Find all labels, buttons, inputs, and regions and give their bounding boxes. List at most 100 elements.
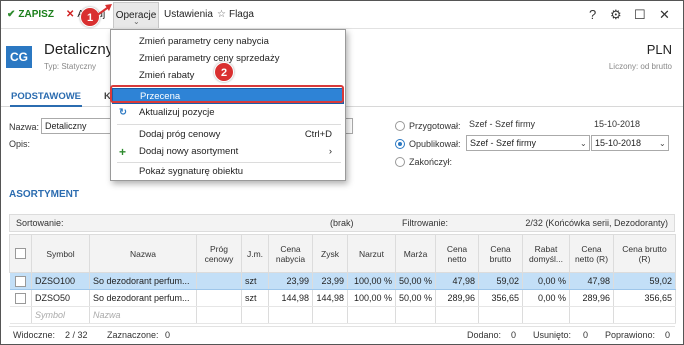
published-user-select[interactable]: Szef - Szef firmy: [466, 135, 590, 151]
removed-count-value: 0: [583, 330, 589, 340]
new-row-empty-cell: [347, 306, 396, 324]
cell-name: So dezodorant perfum...: [89, 272, 197, 290]
cell-unit: szt: [241, 289, 269, 307]
menu-item-label: Aktualizuj pozycje: [139, 107, 215, 118]
page-title: Detaliczny: [44, 41, 114, 58]
new-row-empty-cell: [241, 306, 269, 324]
fixed-count-label: Poprawiono:: [605, 330, 656, 340]
cell-purchase-price: 23,99: [268, 272, 313, 290]
new-row-empty-cell: [435, 306, 479, 324]
published-radio[interactable]: [395, 139, 405, 149]
column-header[interactable]: Rabat domyśl...: [522, 234, 570, 273]
help-icon[interactable]: ?: [589, 7, 596, 23]
table-header: Symbol Nazwa Próg cenowy J.m. Cena nabyc…: [9, 234, 676, 273]
close-icon[interactable]: ✕: [659, 7, 670, 23]
column-header[interactable]: Cena netto (R): [569, 234, 614, 273]
new-row-empty-cell: [569, 306, 614, 324]
cell-gross-price: 59,02: [478, 272, 523, 290]
published-date-select[interactable]: 15-10-2018: [591, 135, 669, 151]
row-checkbox[interactable]: [14, 292, 26, 304]
currency: PLN: [646, 42, 672, 57]
save-button[interactable]: ✔ ZAPISZ: [7, 7, 54, 23]
new-row-empty-cell: [9, 306, 32, 324]
column-header[interactable]: Marża: [395, 234, 436, 273]
filter-value[interactable]: 2/32 (Końcówka serii, Dezodoranty): [525, 218, 668, 228]
new-row-empty-cell: [395, 306, 436, 324]
cell-net-price-r: 47,98: [569, 272, 614, 290]
column-header[interactable]: J.m.: [241, 234, 269, 273]
chevron-down-icon: ⌄: [133, 17, 140, 26]
settings-label: Ustawienia: [164, 9, 213, 20]
menu-item-change-purchase-params[interactable]: Zmień parametry ceny nabycia: [112, 34, 344, 50]
cell-gross-price-r: 356,65: [613, 289, 676, 307]
settings-button[interactable]: Ustawienia: [164, 7, 213, 23]
new-row-empty-cell: [613, 306, 676, 324]
maximize-icon[interactable]: ☐: [634, 7, 646, 23]
select-all-column[interactable]: [9, 234, 32, 273]
cell-name: So dezodorant perfum...: [89, 289, 197, 307]
cell-threshold: [196, 289, 242, 307]
menu-item-add-price-threshold[interactable]: Dodaj próg cenowy Ctrl+D: [112, 127, 344, 143]
published-label: Opublikował:: [409, 139, 461, 149]
callout-badge-2: 2: [214, 62, 234, 82]
flag-button[interactable]: ☆ Flaga: [217, 7, 254, 23]
cell-gross-price: 356,65: [478, 289, 523, 307]
column-header[interactable]: Narzut: [347, 234, 396, 273]
row-checkbox-cell[interactable]: [9, 289, 32, 307]
new-row-empty-cell: [312, 306, 348, 324]
column-header[interactable]: Symbol: [31, 234, 90, 273]
menu-separator: [117, 124, 341, 125]
row-checkbox[interactable]: [14, 275, 26, 287]
column-header[interactable]: Cena nabycia: [268, 234, 313, 273]
column-header[interactable]: Próg cenowy: [196, 234, 242, 273]
menu-separator: [117, 162, 341, 163]
cell-default-discount: 0,00 %: [522, 272, 570, 290]
chevron-down-icon: ⌄: [659, 139, 666, 148]
column-header[interactable]: Nazwa: [89, 234, 197, 273]
star-icon: ☆: [217, 9, 226, 20]
select-all-checkbox[interactable]: [15, 248, 26, 260]
tab-basic[interactable]: PODSTAWOWE: [10, 89, 83, 107]
menu-item-update-items[interactable]: ↻ Aktualizuj pozycje: [112, 105, 344, 121]
menu-item-show-signature[interactable]: Pokaż sygnaturę obiektu: [112, 164, 344, 180]
callout-arrow-icon: [95, 4, 112, 17]
prepared-radio[interactable]: [395, 121, 405, 131]
visible-count-label: Widoczne:: [13, 330, 56, 340]
fixed-count-value: 0: [665, 330, 671, 340]
prepared-user: Szef - Szef firmy: [469, 119, 536, 129]
table-row[interactable]: DZSO100 So dezodorant perfum... szt 23,9…: [9, 272, 676, 290]
status-footer: Widoczne: 2 / 32 Zaznaczone: 0 Dodano: 0…: [9, 326, 675, 340]
finished-radio[interactable]: [395, 157, 405, 167]
assortment-table: Symbol Nazwa Próg cenowy J.m. Cena nabyc…: [9, 234, 676, 324]
new-symbol-input[interactable]: Symbol: [31, 306, 90, 324]
gear-icon[interactable]: ⚙: [610, 7, 622, 23]
new-row-empty-cell: [522, 306, 570, 324]
column-header[interactable]: Zysk: [312, 234, 348, 273]
filter-label: Filtrowanie:: [402, 218, 449, 228]
cell-net-price: 289,96: [435, 289, 479, 307]
column-header[interactable]: Cena brutto: [478, 234, 523, 273]
menu-item-add-new-assortment[interactable]: + Dodaj nowy asortyment ›: [112, 144, 344, 160]
column-header[interactable]: Cena netto: [435, 234, 479, 273]
menu-item-label: Pokaż sygnaturę obiektu: [139, 166, 244, 177]
cell-symbol: DZSO50: [31, 289, 90, 307]
cell-markup: 100,00 %: [347, 289, 396, 307]
column-header[interactable]: Cena brutto (R): [613, 234, 676, 273]
row-checkbox-cell[interactable]: [9, 272, 32, 290]
table-row[interactable]: DZSO50 So dezodorant perfum... szt 144,9…: [9, 289, 676, 307]
sort-label: Sortowanie:: [16, 218, 64, 228]
cell-default-discount: 0,00 %: [522, 289, 570, 307]
calculation-basis: Liczony: od brutto: [608, 62, 672, 71]
prepared-date: 15-10-2018: [594, 119, 641, 129]
cell-profit: 144,98: [312, 289, 348, 307]
new-name-input[interactable]: Nazwa: [89, 306, 197, 324]
selected-count-value: 0: [165, 330, 171, 340]
new-row-empty-cell: [478, 306, 523, 324]
menu-item-label: Zmień parametry ceny sprzedaży: [139, 53, 280, 64]
cell-net-price-r: 289,96: [569, 289, 614, 307]
new-item-row[interactable]: Symbol Nazwa: [9, 306, 676, 324]
sort-value[interactable]: (brak): [330, 218, 354, 228]
menu-item-label: Zmień parametry ceny nabycia: [139, 36, 269, 47]
added-count-value: 0: [511, 330, 517, 340]
visible-count-value: 2 / 32: [65, 330, 88, 340]
